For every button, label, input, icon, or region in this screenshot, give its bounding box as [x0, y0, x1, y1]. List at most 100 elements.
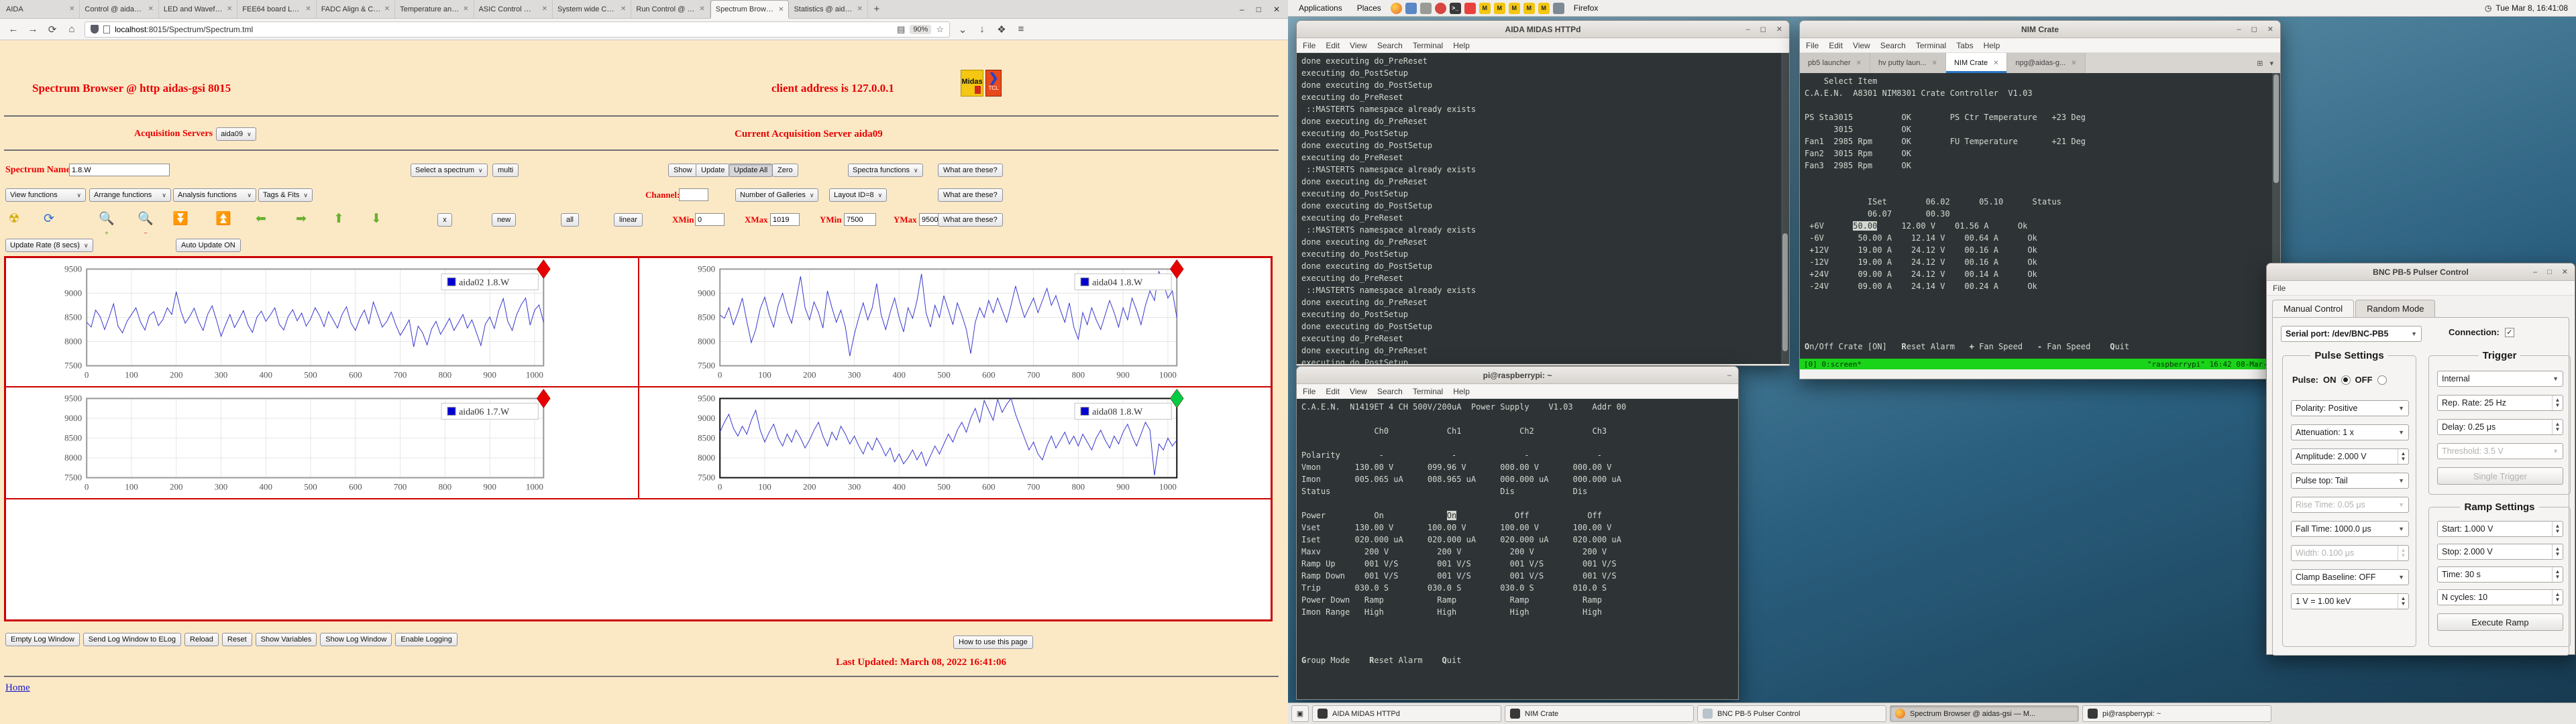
linear-button[interactable]: linear: [614, 213, 643, 227]
send-log-window-to-elog-button[interactable]: Send Log Window to ELog: [83, 633, 181, 646]
pi-terminal-output[interactable]: C.A.E.N. N1419ET 4 CH 500V/200uA Power S…: [1297, 399, 1738, 699]
maximize-icon[interactable]: □: [2547, 268, 2552, 276]
update-all-button[interactable]: Update All: [729, 164, 773, 177]
places-menu[interactable]: Places: [1352, 2, 1387, 14]
collapse-y-icon[interactable]: ⏬: [172, 212, 189, 227]
url-text[interactable]: localhost:8015/Spectrum/Spectrum.tml: [115, 25, 892, 34]
menu-edit[interactable]: Edit: [1326, 41, 1340, 50]
zoom-level-badge[interactable]: 90%: [910, 25, 931, 34]
browser-tab-spectrum-browser[interactable]: Spectrum Browser✕: [710, 0, 790, 18]
fall-time-dropdown[interactable]: Fall Time: 1000.0 μs▼: [2291, 521, 2409, 537]
menu-search[interactable]: Search: [1880, 41, 1906, 50]
arrange-functions-dropdown[interactable]: Arrange functions∨: [89, 188, 171, 202]
select-spectrum-dropdown[interactable]: Select a spectrum∨: [411, 164, 488, 177]
midas-icon[interactable]: M: [1523, 3, 1535, 14]
window-minimize-button[interactable]: –: [1240, 5, 1244, 14]
spectrum-name-input[interactable]: 1.8.W: [69, 164, 170, 176]
menu-file[interactable]: File: [1303, 41, 1316, 50]
menu-file[interactable]: File: [1303, 387, 1316, 396]
reader-view-icon[interactable]: ▤: [897, 24, 905, 35]
new-button[interactable]: new: [492, 213, 516, 227]
menu-edit[interactable]: Edit: [1829, 41, 1843, 50]
spectra-functions-dropdown[interactable]: Spectra functions∨: [848, 164, 923, 177]
refresh-icon[interactable]: ⟳: [40, 212, 58, 227]
scroll-down-icon[interactable]: ⬇: [368, 212, 385, 227]
nim-terminal-output[interactable]: Select Item C.A.E.N. A8301 NIM8301 Crate…: [1800, 73, 2280, 359]
midas-icon[interactable]: M: [1479, 3, 1491, 14]
menu-terminal[interactable]: Terminal: [1413, 41, 1443, 50]
browser-tab-temperature-and-st[interactable]: Temperature and st✕: [395, 0, 474, 18]
auto-update-button[interactable]: Auto Update ON: [176, 239, 241, 252]
spectrum-chart-aida06[interactable]: 7500800085009000950001002003004005006007…: [5, 387, 639, 499]
help-icon[interactable]: [1435, 3, 1446, 14]
tab-close-icon[interactable]: ✕: [621, 5, 626, 13]
browser-tab-control-aidas-gs[interactable]: Control @ aidas-gs✕: [80, 0, 158, 18]
tab-close-icon[interactable]: ✕: [778, 6, 784, 13]
expand-y-icon[interactable]: ⏫: [215, 212, 232, 227]
tab-close-icon[interactable]: ✕: [1932, 60, 1937, 67]
tab-random-mode[interactable]: Random Mode: [2355, 300, 2435, 317]
taskbar-item-bnc-pb-5-pulser-control[interactable]: BNC PB-5 Pulser Control: [1697, 705, 1886, 722]
pulse-top-dropdown[interactable]: Pulse top: Tail▼: [2291, 473, 2409, 489]
serial-port-dropdown[interactable]: Serial port: /dev/BNC-PB5▼: [2281, 326, 2422, 342]
spectrum-chart-aida02[interactable]: 7500800085009000950001002003004005006007…: [5, 257, 639, 387]
analysis-functions-dropdown[interactable]: Analysis functions∨: [173, 188, 256, 202]
terminal-tab-hv-putty-laun-[interactable]: hv putty laun...✕: [1870, 53, 1946, 73]
bookmark-star-icon[interactable]: ☆: [936, 24, 944, 35]
gnome-icon[interactable]: ❖: [995, 23, 1008, 36]
tags-fits-dropdown[interactable]: Tags & Fits∨: [258, 188, 313, 202]
reload-icon[interactable]: ⟳: [46, 23, 59, 36]
tab-close-icon[interactable]: ✕: [542, 5, 547, 13]
scroll-up-icon[interactable]: ⬆: [330, 212, 347, 227]
clamp-baseline-dropdown[interactable]: Clamp Baseline: OFF▼: [2291, 569, 2409, 585]
close-icon[interactable]: ✕: [1776, 25, 1782, 34]
midas-icon[interactable]: M: [1509, 3, 1520, 14]
trigger-mode-dropdown[interactable]: Internal▼: [2437, 371, 2563, 387]
forward-icon[interactable]: →: [26, 23, 40, 35]
menu-help[interactable]: Help: [1453, 41, 1470, 50]
ramp-start-spinner[interactable]: Start: 1.000 V▲▼: [2437, 521, 2563, 537]
show-variables-button[interactable]: Show Variables: [256, 633, 317, 646]
minimize-icon[interactable]: –: [2237, 25, 2241, 34]
firefox-icon[interactable]: [1391, 3, 1402, 14]
applications-menu[interactable]: Applications: [1293, 2, 1348, 14]
attenuation-dropdown[interactable]: Attenuation: 1 x▼: [2291, 424, 2409, 440]
pulse-on-radio[interactable]: [2341, 375, 2351, 385]
url-bar[interactable]: localhost:8015/Spectrum/Spectrum.tml ▤ 9…: [85, 21, 950, 38]
browser-tab-system-wide-check[interactable]: System wide Check✕: [553, 0, 631, 18]
close-icon[interactable]: ✕: [2267, 25, 2273, 34]
tab-close-icon[interactable]: ✕: [857, 5, 862, 13]
taskbar-item-pi-raspberrypi-[interactable]: pi@raspberrypi: ~: [2082, 705, 2271, 722]
menu-view[interactable]: View: [1350, 41, 1367, 50]
midas-icon[interactable]: M: [1538, 3, 1550, 14]
terminal-tab-nim-crate[interactable]: NIM Crate✕: [1946, 53, 2008, 73]
update-button[interactable]: Update: [696, 164, 730, 177]
new-terminal-tab-icon[interactable]: ⊞: [2257, 59, 2263, 68]
taskbar-item-spectrum-browser-aidas-gsi-m-[interactable]: Spectrum Browser @ aidas-gsi — M...: [1890, 705, 2079, 722]
show-button[interactable]: Show: [668, 164, 698, 177]
tab-close-icon[interactable]: ✕: [699, 5, 704, 13]
tab-close-icon[interactable]: ✕: [305, 5, 311, 13]
ramp-time-spinner[interactable]: Time: 30 s▲▼: [2437, 566, 2563, 583]
multi-button[interactable]: multi: [492, 164, 519, 177]
spectrum-chart-aida08[interactable]: 7500800085009000950001002003004005006007…: [639, 387, 1272, 499]
maximize-icon[interactable]: ◻: [1760, 25, 1766, 34]
show-log-window-button[interactable]: Show Log Window: [320, 633, 392, 646]
ramp-stop-spinner[interactable]: Stop: 2.000 V▲▼: [2437, 544, 2563, 560]
pocket-icon[interactable]: ⌄: [956, 23, 969, 36]
what-are-these-button[interactable]: What are these?: [938, 213, 1003, 227]
menu-icon[interactable]: ≡: [1014, 23, 1028, 35]
zoom-in-icon[interactable]: 🔍+: [98, 212, 115, 241]
scroll-right-icon[interactable]: ➡: [292, 212, 310, 227]
terminal-icon[interactable]: >_: [1450, 3, 1461, 14]
minimize-icon[interactable]: –: [1727, 371, 1731, 379]
menu-terminal[interactable]: Terminal: [1916, 41, 1946, 50]
pi-titlebar[interactable]: pi@raspberrypi: ~ –: [1297, 367, 1738, 384]
what-are-these-button[interactable]: What are these?: [938, 164, 1003, 177]
minimize-icon[interactable]: –: [1746, 25, 1750, 34]
xmin-input[interactable]: 0: [695, 213, 724, 226]
menu-help[interactable]: Help: [1984, 41, 2000, 50]
ymin-input[interactable]: 7500: [844, 213, 876, 226]
tab-close-icon[interactable]: ✕: [463, 5, 468, 13]
tab-close-icon[interactable]: ✕: [148, 5, 153, 13]
